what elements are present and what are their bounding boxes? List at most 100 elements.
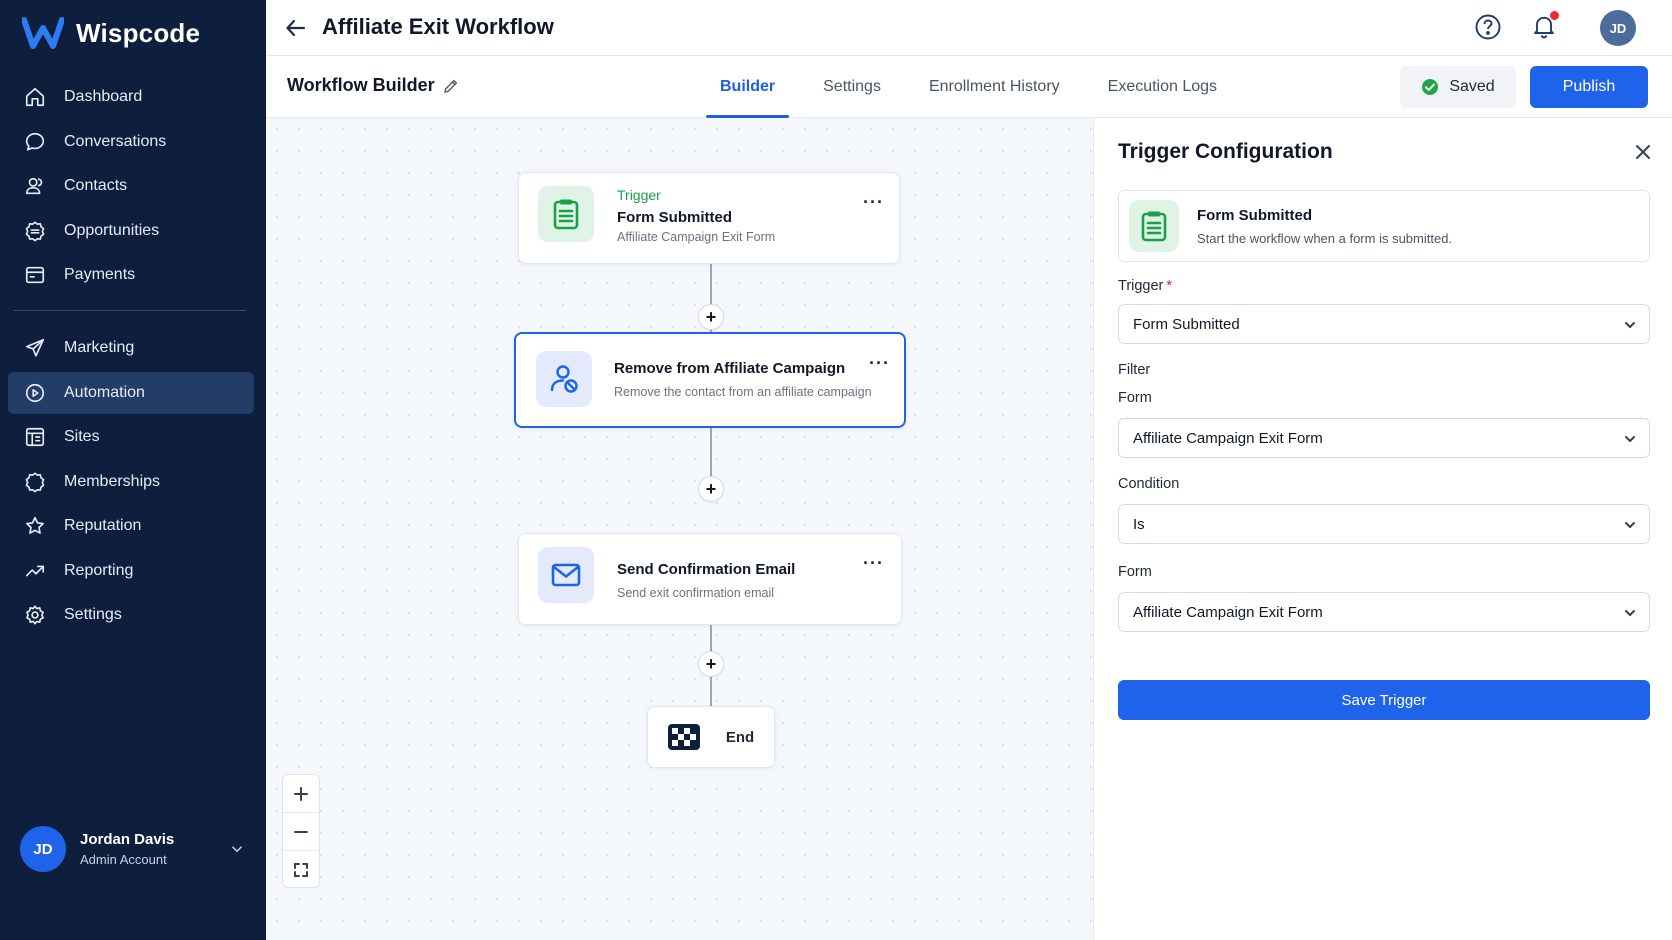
- sidebar-item-label: Dashboard: [64, 88, 143, 105]
- user-name: Jordan Davis: [80, 831, 175, 848]
- node-title: Send Confirmation Email: [617, 561, 796, 578]
- expand-icon: [294, 863, 308, 877]
- chevron-down-icon: [1625, 436, 1635, 442]
- trigger-node[interactable]: Trigger Form Submitted Affiliate Campaig…: [518, 172, 900, 264]
- close-icon[interactable]: [1633, 142, 1653, 162]
- form-label: Form: [1118, 390, 1152, 406]
- node-title: Remove from Affiliate Campaign: [614, 360, 846, 377]
- node-subtitle: Affiliate Campaign Exit Form: [617, 230, 776, 244]
- workflow-canvas[interactable]: Trigger Form Submitted Affiliate Campaig…: [266, 118, 1093, 940]
- sidebar-item-label: Sites: [64, 428, 100, 445]
- condition-select-value: Is: [1133, 515, 1145, 533]
- fit-view-button[interactable]: [283, 851, 319, 889]
- send-email-node[interactable]: Send Confirmation Email Send exit confir…: [518, 533, 902, 625]
- trigger-field-label: Trigger *: [1118, 278, 1172, 294]
- trigger-select[interactable]: Form Submitted: [1118, 304, 1650, 344]
- mail-icon: [551, 563, 581, 587]
- sidebar-item-label: Marketing: [64, 339, 135, 356]
- sidebar-item-label: Automation: [64, 383, 145, 401]
- add-step-button[interactable]: +: [698, 651, 724, 677]
- badge-star-icon: [25, 471, 45, 492]
- more-icon[interactable]: ···: [863, 554, 884, 572]
- home-icon: [25, 87, 45, 107]
- more-icon[interactable]: ···: [863, 193, 884, 211]
- saved-status[interactable]: Saved: [1400, 66, 1516, 108]
- add-step-button[interactable]: +: [698, 304, 724, 330]
- condition-select[interactable]: Is: [1118, 504, 1650, 544]
- star-icon: [26, 516, 44, 534]
- sidebar-item-dashboard[interactable]: Dashboard: [8, 76, 254, 118]
- form-label-2: Form: [1118, 564, 1152, 580]
- trigger-config-panel: Trigger Configuration Form Submitted Sta…: [1093, 118, 1672, 940]
- sidebar-item-conversations[interactable]: Conversations: [8, 121, 254, 163]
- notifications-button[interactable]: [1530, 10, 1560, 42]
- chevron-down-icon: [1625, 522, 1635, 528]
- trend-icon: [25, 565, 45, 576]
- send-icon: [25, 338, 45, 357]
- plus-icon: [294, 786, 308, 801]
- sidebar-item-label: Contacts: [64, 177, 128, 194]
- users-icon: [25, 177, 43, 195]
- tab-execution-logs[interactable]: Execution Logs: [1094, 56, 1231, 118]
- user-remove-icon-tile: [536, 351, 592, 407]
- more-icon[interactable]: ···: [869, 354, 890, 372]
- arrow-left-icon[interactable]: [284, 16, 308, 40]
- user-meta: Jordan Davis Admin Account: [80, 831, 214, 867]
- card-icon: [25, 266, 45, 284]
- builder-toolbar: Workflow Builder Builder Settings Enroll…: [266, 56, 1672, 118]
- sidebar-item-marketing[interactable]: Marketing: [8, 327, 254, 369]
- tab-builder[interactable]: Builder: [706, 56, 790, 118]
- layout-icon: [25, 427, 45, 447]
- sidebar-item-sites[interactable]: Sites: [8, 416, 254, 458]
- saved-label: Saved: [1449, 78, 1495, 95]
- condition-label: Condition: [1118, 476, 1180, 492]
- sidebar: Wispcode Dashboard Conversations Contact…: [0, 0, 266, 940]
- sidebar-item-label: Reputation: [64, 517, 142, 534]
- mail-icon-tile: [538, 547, 594, 603]
- chevron-down-icon[interactable]: [228, 840, 246, 858]
- sidebar-item-opportunities[interactable]: Opportunities: [8, 210, 254, 252]
- publish-button[interactable]: Publish: [1530, 66, 1648, 108]
- tab-list: Builder Settings Enrollment History Exec…: [706, 56, 1251, 118]
- sidebar-item-contacts[interactable]: Contacts: [8, 165, 254, 207]
- remove-campaign-node[interactable]: Remove from Affiliate Campaign Remove th…: [514, 332, 906, 428]
- form-select-value: Affiliate Campaign Exit Form: [1133, 429, 1323, 447]
- save-trigger-button[interactable]: Save Trigger: [1118, 680, 1650, 720]
- node-subtitle: Send exit confirmation email: [617, 586, 775, 600]
- node-subtitle: Remove the contact from an affiliate cam…: [614, 385, 872, 399]
- brand[interactable]: Wispcode: [22, 16, 200, 50]
- form-select[interactable]: Affiliate Campaign Exit Form: [1118, 418, 1650, 458]
- zoom-in-button[interactable]: [283, 775, 319, 813]
- form-select-2[interactable]: Affiliate Campaign Exit Form: [1118, 592, 1650, 632]
- page-title: Affiliate Exit Workflow: [322, 14, 554, 39]
- sidebar-item-reporting[interactable]: Reporting: [8, 550, 254, 592]
- card-subtitle: Start the workflow when a form is submit…: [1197, 231, 1453, 246]
- avatar[interactable]: JD: [1600, 10, 1636, 46]
- pencil-icon[interactable]: [442, 77, 460, 95]
- sidebar-item-settings[interactable]: Settings: [8, 594, 254, 636]
- sidebar-item-payments[interactable]: Payments: [8, 254, 254, 296]
- end-label: End: [725, 728, 755, 746]
- tab-enrollment-history[interactable]: Enrollment History: [915, 56, 1074, 118]
- add-step-button[interactable]: +: [698, 476, 724, 502]
- sidebar-item-memberships[interactable]: Memberships: [8, 461, 254, 503]
- panel-title: Trigger Configuration: [1118, 140, 1333, 163]
- trigger-summary-card: Form Submitted Start the workflow when a…: [1118, 190, 1650, 262]
- zoom-controls: [282, 774, 320, 888]
- minus-icon: [294, 830, 308, 833]
- sidebar-item-label: Reporting: [64, 561, 134, 579]
- help-icon[interactable]: [1474, 13, 1502, 41]
- gear-icon: [26, 605, 44, 625]
- zoom-out-button[interactable]: [283, 813, 319, 851]
- sidebar-item-label: Conversations: [64, 132, 167, 150]
- check-circle-icon: [1422, 79, 1439, 95]
- chevron-down-icon: [1625, 610, 1635, 616]
- form-select-2-value: Affiliate Campaign Exit Form: [1133, 603, 1323, 621]
- clipboard-icon: [553, 199, 579, 230]
- end-node[interactable]: End: [647, 706, 775, 768]
- sidebar-item-automation[interactable]: Automation: [8, 371, 254, 414]
- tab-settings[interactable]: Settings: [809, 56, 895, 118]
- avatar: JD: [20, 826, 66, 872]
- sidebar-item-reputation[interactable]: Reputation: [8, 505, 254, 547]
- user-menu[interactable]: JD Jordan Davis Admin Account: [20, 826, 246, 872]
